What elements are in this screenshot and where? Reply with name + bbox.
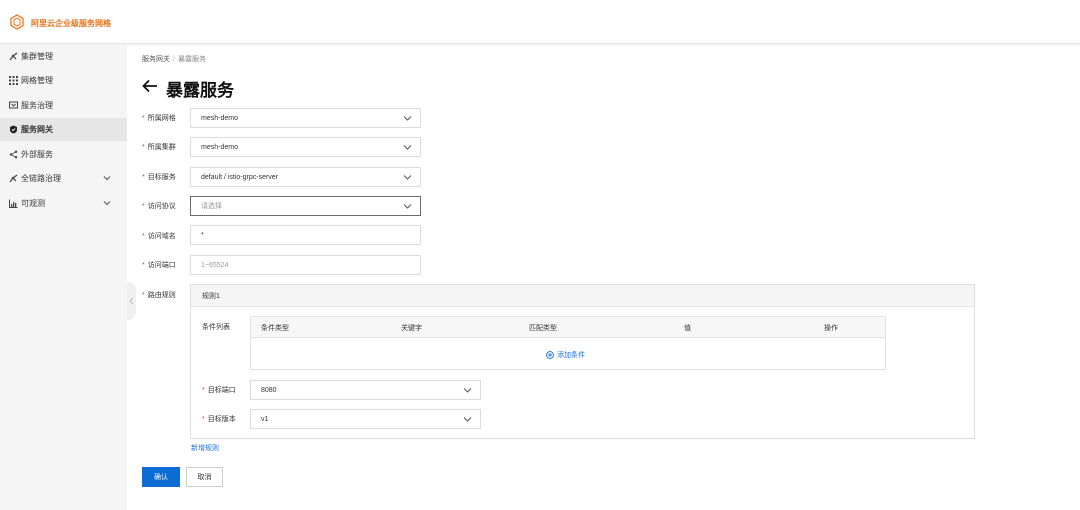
share-icon xyxy=(9,150,18,159)
service-icon xyxy=(9,101,18,110)
mesh-label: * 所属网格 xyxy=(142,115,176,122)
sidebar-item-observability[interactable]: 可观测 xyxy=(0,192,127,215)
target-service-select[interactable]: default / istio-grpc-server xyxy=(190,167,421,187)
cluster-icon xyxy=(9,52,18,61)
conditions-label: 条件列表 xyxy=(202,324,230,331)
back-arrow-icon[interactable] xyxy=(142,79,158,93)
conditions-table: 条件类型 关键字 匹配类型 值 操作 添加条件 xyxy=(250,316,886,370)
top-bar: 阿里云企业级服务网格 xyxy=(0,0,1080,44)
domain-label: * 访问域名 xyxy=(142,233,176,240)
sidebar-item-external[interactable]: 外部服务 xyxy=(0,143,127,166)
rule-title: 规则1 xyxy=(191,285,974,307)
breadcrumb-separator: / xyxy=(173,56,175,63)
sidebar-item-label: 可观测 xyxy=(21,199,45,208)
sidebar-item-label: 服务网关 xyxy=(21,125,53,134)
conditions-table-header: 条件类型 关键字 匹配类型 值 操作 xyxy=(251,317,885,338)
breadcrumb-parent[interactable]: 服务网关 xyxy=(142,56,170,63)
cluster-label: * 所属集群 xyxy=(142,144,176,151)
chevron-down-icon xyxy=(403,116,412,121)
sidebar-item-gateway[interactable]: 服务网关 xyxy=(0,118,127,141)
sidebar-item-full-chain[interactable]: 全链路治理 xyxy=(0,167,127,190)
breadcrumb-current: 暴露服务 xyxy=(177,56,206,63)
cluster-icon xyxy=(9,174,18,183)
sidebar: 集群管理 网格管理 服务治理 服务网关 外部服务 全链路治理 可观测 xyxy=(0,45,127,510)
protocol-label: * 访问协议 xyxy=(142,203,176,210)
rule-panel: 规则1 条件列表 条件类型 关键字 匹配类型 值 操作 添加条件 * 目标端口 8… xyxy=(190,284,975,439)
sidebar-item-label: 全链路治理 xyxy=(21,174,61,183)
chevron-down-icon[interactable] xyxy=(103,199,111,207)
column-header: 值 xyxy=(684,325,691,332)
cluster-select[interactable]: mesh-demo xyxy=(190,137,421,157)
page-title: 暴露服务 xyxy=(166,81,234,100)
target-port-select[interactable]: 8080 xyxy=(250,380,481,400)
chevron-down-icon xyxy=(403,145,412,150)
column-header: 操作 xyxy=(824,325,838,332)
chevron-down-icon xyxy=(403,204,412,209)
chart-icon xyxy=(9,199,18,208)
chevron-down-icon xyxy=(403,175,412,180)
sidebar-item-cluster[interactable]: 集群管理 xyxy=(0,45,127,68)
shield-icon xyxy=(9,125,18,134)
target-version-label: * 目标版本 xyxy=(202,416,236,423)
port-input[interactable]: 1~65524 xyxy=(190,255,421,275)
sidebar-item-mesh[interactable]: 网格管理 xyxy=(0,69,127,92)
sidebar-item-service-governance[interactable]: 服务治理 xyxy=(0,94,127,117)
mesh-select[interactable]: mesh-demo xyxy=(190,108,421,128)
plus-circle-icon xyxy=(546,351,554,359)
column-header: 关键字 xyxy=(401,325,422,332)
routing-label: * 路由规则 xyxy=(142,292,176,299)
sidebar-collapse-handle[interactable] xyxy=(127,282,136,320)
chevron-left-icon xyxy=(129,297,134,305)
column-header: 匹配类型 xyxy=(529,325,557,332)
domain-input[interactable]: * xyxy=(190,225,421,245)
target-version-select[interactable]: v1 xyxy=(250,409,481,429)
hexagon-logo-icon[interactable] xyxy=(9,14,25,30)
sidebar-item-label: 集群管理 xyxy=(21,52,53,61)
column-header: 条件类型 xyxy=(261,325,289,332)
confirm-button[interactable]: 确认 xyxy=(142,467,180,487)
chevron-down-icon xyxy=(463,417,472,422)
cancel-button[interactable]: 取消 xyxy=(186,467,223,487)
sidebar-item-label: 外部服务 xyxy=(21,150,53,159)
add-rule-link[interactable]: 新增规则 xyxy=(191,443,219,453)
breadcrumb: 服务网关 / 暴露服务 xyxy=(142,54,206,64)
chevron-down-icon xyxy=(463,388,472,393)
target-service-label: * 目标服务 xyxy=(142,174,176,181)
chevron-down-icon[interactable] xyxy=(103,174,111,182)
protocol-select[interactable]: 请选择 xyxy=(190,196,421,216)
add-condition-button[interactable]: 添加条件 xyxy=(546,350,585,360)
grid-icon xyxy=(9,76,18,85)
sidebar-item-label: 服务治理 xyxy=(21,101,53,110)
target-port-label: * 目标端口 xyxy=(202,387,236,394)
sidebar-item-label: 网格管理 xyxy=(21,76,53,85)
port-label: * 访问端口 xyxy=(142,262,176,269)
brand-name[interactable]: 阿里云企业级服务网格 xyxy=(31,18,111,29)
